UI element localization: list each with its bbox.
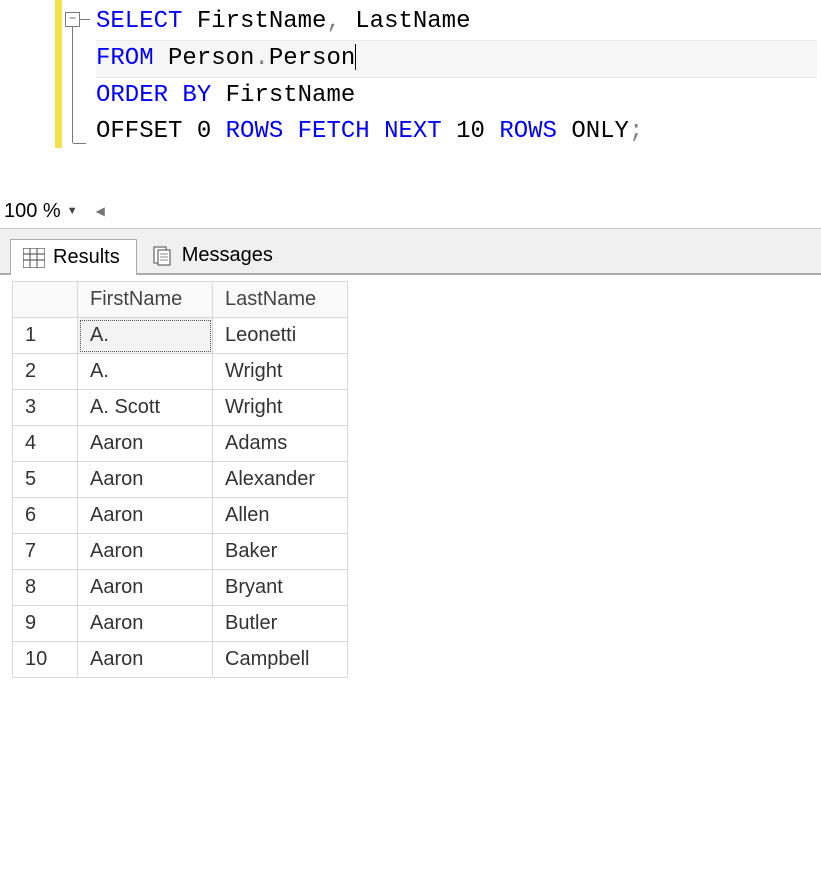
cell[interactable]: Aaron	[78, 426, 213, 462]
results-panel: FirstNameLastName 1A.Leonetti2A.Wright3A…	[0, 275, 821, 682]
chevron-down-icon: ▼	[67, 205, 78, 217]
cell[interactable]: Wright	[213, 390, 348, 426]
tab-messages[interactable]: Messages	[139, 237, 290, 273]
fold-toggle[interactable]: −	[65, 12, 80, 27]
table-row[interactable]: 9AaronButler	[13, 606, 348, 642]
row-number[interactable]: 1	[13, 318, 78, 354]
cell[interactable]: Leonetti	[213, 318, 348, 354]
row-number[interactable]: 5	[13, 462, 78, 498]
row-number[interactable]: 4	[13, 426, 78, 462]
column-header[interactable]: LastName	[213, 282, 348, 318]
sql-editor-area: − SELECT FirstName, LastNameFROM Person.…	[0, 0, 821, 154]
table-row[interactable]: 7AaronBaker	[13, 534, 348, 570]
row-number-header[interactable]	[13, 282, 78, 318]
cell[interactable]: A.	[78, 354, 213, 390]
row-number[interactable]: 10	[13, 642, 78, 678]
cell[interactable]: Baker	[213, 534, 348, 570]
table-row[interactable]: 6AaronAllen	[13, 498, 348, 534]
table-row[interactable]: 8AaronBryant	[13, 570, 348, 606]
cell[interactable]: Aaron	[78, 570, 213, 606]
fold-connector	[80, 19, 90, 20]
fold-vertical	[72, 27, 73, 143]
document-icon	[152, 246, 174, 266]
header-row: FirstNameLastName	[13, 282, 348, 318]
cell[interactable]: Bryant	[213, 570, 348, 606]
cell[interactable]: A.	[78, 318, 213, 354]
change-indicator	[55, 0, 62, 148]
row-number[interactable]: 3	[13, 390, 78, 426]
cell[interactable]: Campbell	[213, 642, 348, 678]
results-grid[interactable]: FirstNameLastName 1A.Leonetti2A.Wright3A…	[12, 281, 348, 678]
table-row[interactable]: 10AaronCampbell	[13, 642, 348, 678]
row-number[interactable]: 6	[13, 498, 78, 534]
results-tabs: Results Messages	[0, 229, 821, 275]
row-number[interactable]: 2	[13, 354, 78, 390]
cell[interactable]: Butler	[213, 606, 348, 642]
table-row[interactable]: 5AaronAlexander	[13, 462, 348, 498]
cell[interactable]: Aaron	[78, 642, 213, 678]
ssms-window: − SELECT FirstName, LastNameFROM Person.…	[0, 0, 821, 682]
cell[interactable]: Aaron	[78, 534, 213, 570]
zoom-dropdown[interactable]: 100 % ▼	[4, 200, 78, 223]
table-row[interactable]: 3A. ScottWright	[13, 390, 348, 426]
zoom-bar: 100 % ▼ ◀	[0, 194, 821, 229]
sql-editor[interactable]: SELECT FirstName, LastNameFROM Person.Pe…	[62, 0, 821, 154]
tab-results-label: Results	[53, 246, 120, 269]
cell[interactable]: Aaron	[78, 606, 213, 642]
fold-end	[73, 143, 86, 144]
tab-messages-label: Messages	[182, 244, 273, 267]
table-row[interactable]: 1A.Leonetti	[13, 318, 348, 354]
grid-icon	[23, 248, 45, 268]
zoom-value: 100 %	[4, 200, 61, 223]
tab-results[interactable]: Results	[10, 239, 137, 275]
cell[interactable]: Wright	[213, 354, 348, 390]
table-row[interactable]: 2A.Wright	[13, 354, 348, 390]
cell[interactable]: Aaron	[78, 462, 213, 498]
cell[interactable]: A. Scott	[78, 390, 213, 426]
row-number[interactable]: 8	[13, 570, 78, 606]
cell[interactable]: Allen	[213, 498, 348, 534]
row-number[interactable]: 9	[13, 606, 78, 642]
scroll-left-icon[interactable]: ◀	[96, 204, 105, 218]
cell[interactable]: Alexander	[213, 462, 348, 498]
cell[interactable]: Aaron	[78, 498, 213, 534]
row-number[interactable]: 7	[13, 534, 78, 570]
cell[interactable]: Adams	[213, 426, 348, 462]
table-row[interactable]: 4AaronAdams	[13, 426, 348, 462]
editor-gutter: −	[0, 0, 62, 154]
column-header[interactable]: FirstName	[78, 282, 213, 318]
